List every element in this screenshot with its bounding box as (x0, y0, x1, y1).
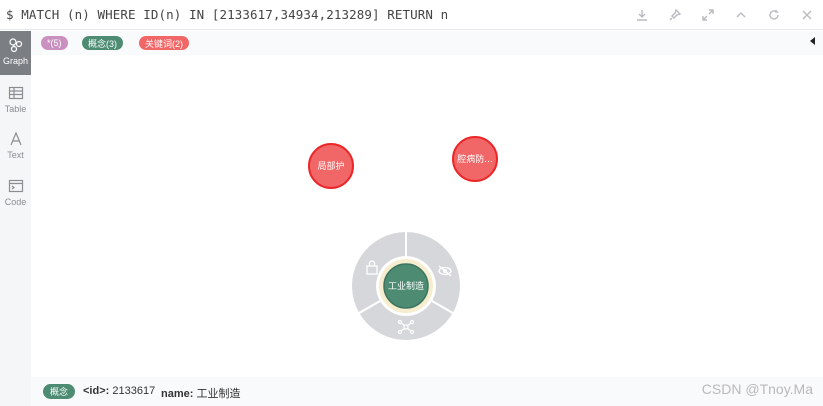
query-bar: $ MATCH (n) WHERE ID(n) IN [2133617,3493… (0, 0, 823, 30)
node-label: 局部护 (317, 160, 344, 172)
status-id-value: 2133617 (112, 385, 156, 397)
graph-node-keyword-2[interactable]: 腔病防... (452, 136, 498, 182)
legend-pill-concept[interactable]: 概念(3) (82, 36, 123, 50)
sidebar-item-text[interactable]: Text (0, 125, 31, 169)
status-bar: 概念 <id>: 2133617 name: 工业制造 CSDN @Tnoy.M… (31, 377, 823, 406)
node-label: 工业制造 (388, 280, 424, 292)
legend-collapse-icon[interactable] (810, 37, 815, 45)
query-text[interactable]: $ MATCH (n) WHERE ID(n) IN [2133617,3493… (6, 7, 448, 22)
status-id: <id>: 2133617 (83, 385, 155, 397)
view-sidebar: Graph Table Text Code (0, 31, 31, 406)
download-icon (636, 10, 647, 21)
status-name: name: 工业制造 (161, 385, 240, 401)
frame-toolbar (625, 0, 823, 30)
status-name-label: name: (161, 388, 194, 400)
graph-icon (8, 38, 22, 53)
graph-node-keyword-1[interactable]: 局部护 (308, 143, 354, 189)
watermark: CSDN @Tnoy.Ma (701, 381, 813, 397)
sidebar-item-label: Graph (2, 56, 28, 66)
rerun-button[interactable] (757, 0, 790, 30)
legend-pill-keyword[interactable]: 关键词(2) (139, 36, 189, 50)
sidebar-item-label: Table (4, 104, 27, 114)
graph-canvas[interactable]: 局部护 腔病防... 工业制造 (31, 55, 823, 377)
rerun-icon (768, 9, 779, 20)
fullscreen-button[interactable] (691, 0, 724, 30)
collapse-button[interactable] (724, 0, 757, 30)
legend-pill-all[interactable]: *(5) (41, 36, 68, 50)
code-icon (8, 179, 23, 193)
status-label-pill[interactable]: 概念 (43, 384, 76, 399)
pin-button[interactable] (658, 0, 691, 30)
sidebar-item-label: Code (4, 197, 27, 207)
pin-icon (669, 9, 681, 21)
status-id-label: <id>: (83, 385, 110, 397)
graph-node-concept-selected[interactable]: 工业制造 (379, 259, 433, 313)
collapse-icon (736, 12, 745, 18)
sidebar-item-table[interactable]: Table (0, 79, 31, 123)
node-label: 腔病防... (457, 153, 493, 165)
sidebar-item-label: Text (7, 150, 24, 160)
legend-bar: *(5) 概念(3) 关键词(2) (31, 31, 823, 55)
expand-icon (701, 9, 714, 21)
sidebar-item-code[interactable]: Code (0, 172, 31, 216)
sidebar-item-graph[interactable]: Graph (0, 31, 31, 75)
download-button[interactable] (625, 0, 658, 30)
close-button[interactable] (790, 0, 823, 30)
text-icon (9, 131, 22, 146)
table-icon (8, 86, 23, 100)
close-icon (802, 10, 811, 20)
status-name-value: 工业制造 (196, 388, 241, 400)
